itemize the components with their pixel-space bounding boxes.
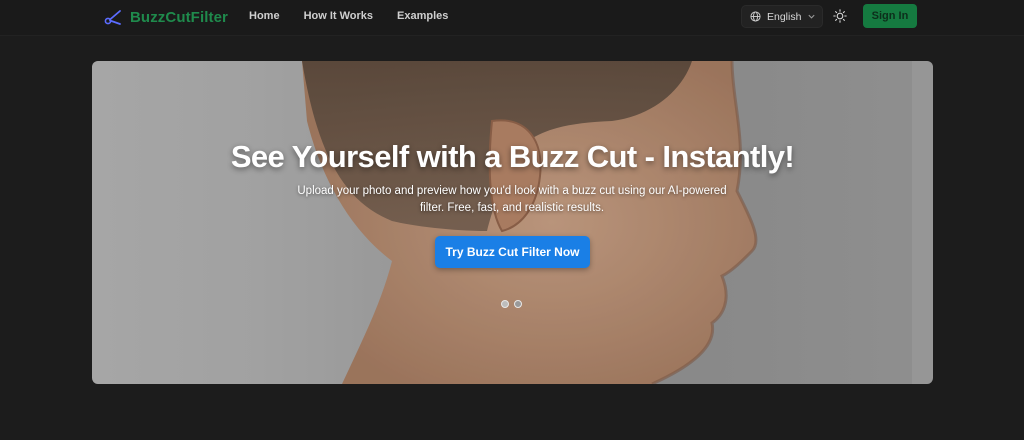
hero-subtitle: Upload your photo and preview how you'd …: [297, 185, 727, 214]
main-nav: Home How It Works Examples: [249, 10, 448, 22]
sun-icon[interactable]: [833, 9, 847, 23]
chevron-down-icon: [808, 14, 816, 19]
top-nav-bar: BuzzCutFilter Home How It Works Examples…: [0, 0, 1024, 36]
hero-carousel: See Yourself with a Buzz Cut - Instantly…: [92, 61, 933, 384]
carousel-pagination: [501, 300, 522, 308]
sign-in-button[interactable]: Sign In: [863, 4, 917, 28]
carousel-edge-shade: [912, 61, 933, 384]
nav-examples[interactable]: Examples: [397, 10, 448, 22]
language-label: English: [767, 10, 802, 23]
nav-home[interactable]: Home: [249, 10, 280, 22]
brand-name: BuzzCutFilter: [130, 8, 228, 26]
try-buzz-cut-filter-button[interactable]: Try Buzz Cut Filter Now: [435, 236, 590, 268]
nav-how-it-works[interactable]: How It Works: [304, 10, 373, 22]
hero-dim-overlay: [92, 61, 933, 384]
language-select[interactable]: English: [741, 5, 823, 28]
carousel-dot-2[interactable]: [514, 300, 522, 308]
brand-logo-link[interactable]: BuzzCutFilter: [104, 6, 228, 28]
globe-icon: [750, 11, 761, 22]
hero-title: See Yourself with a Buzz Cut - Instantly…: [230, 139, 795, 174]
scissors-icon: [104, 10, 121, 25]
carousel-dot-1[interactable]: [501, 300, 509, 308]
